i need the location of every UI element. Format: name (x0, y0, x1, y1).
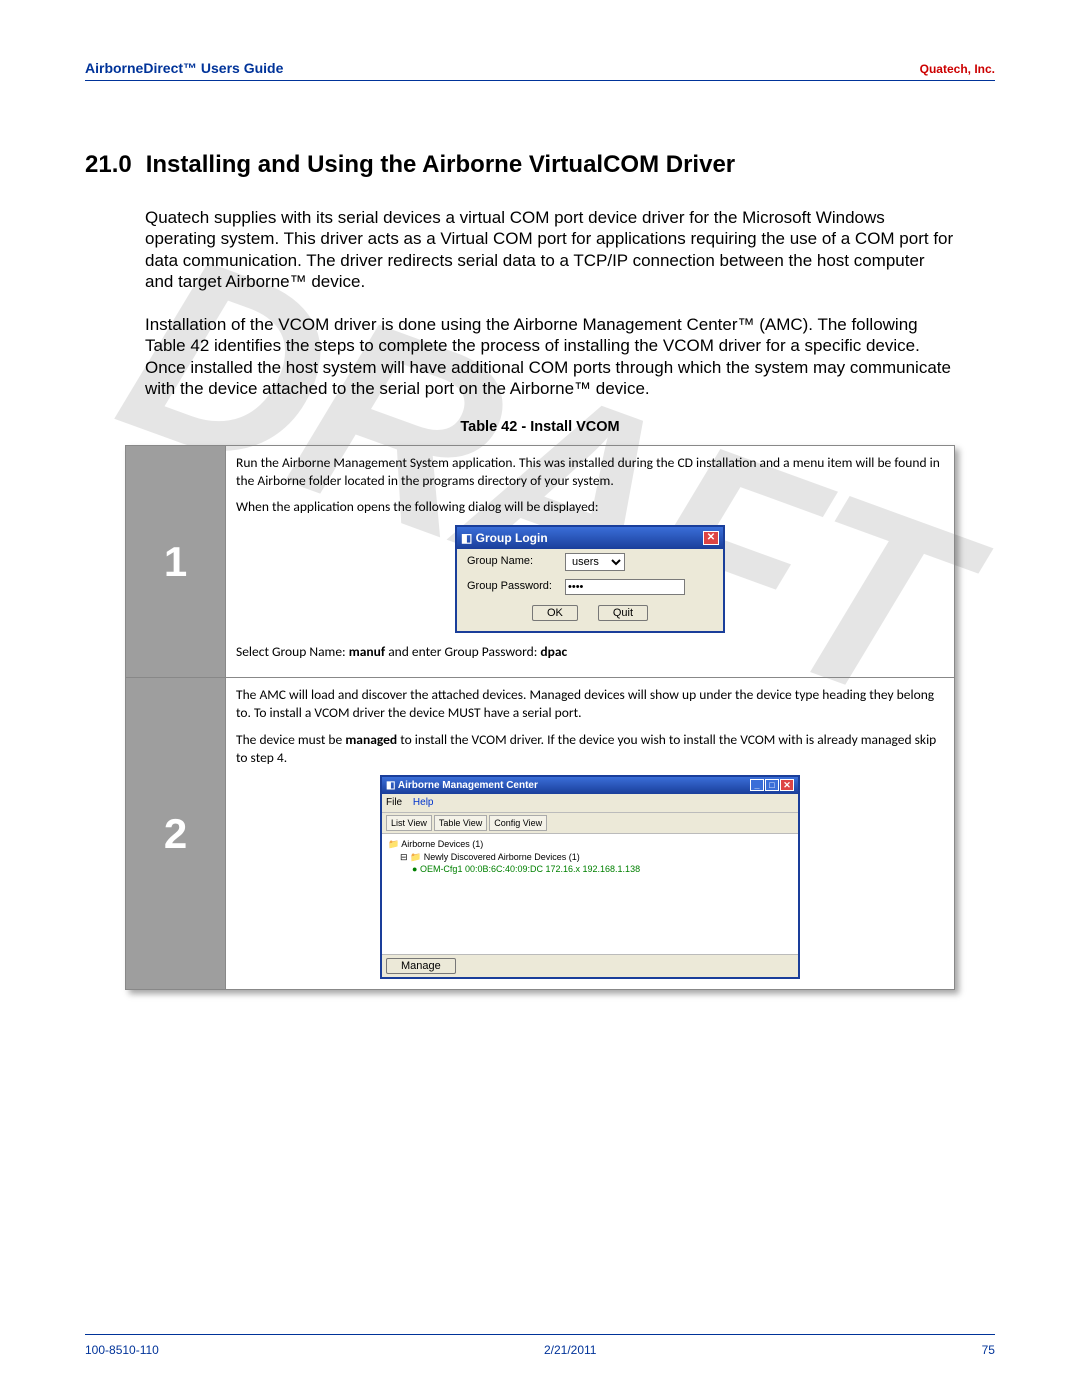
group-password-label: Group Password: (467, 579, 557, 594)
footer-docnum: 100-8510-110 (85, 1343, 159, 1357)
maximize-icon[interactable]: □ (765, 779, 779, 791)
tree-node[interactable]: ⊟ 📁 Newly Discovered Airborne Devices (1… (388, 851, 792, 864)
header-rule (85, 80, 995, 81)
config-view-button[interactable]: Config View (489, 815, 547, 831)
footer-pagenum: 75 (982, 1343, 995, 1357)
list-view-button[interactable]: List View (386, 815, 432, 831)
step-2-p1: The AMC will load and discover the attac… (236, 686, 944, 722)
minimize-icon[interactable]: _ (750, 779, 764, 791)
footer-date: 2/21/2011 (544, 1343, 597, 1357)
group-login-dialog: ◧ Group Login ✕ Group Name: users Group … (455, 525, 725, 633)
step-1-number: 1 (126, 446, 226, 678)
tree-leaf-device[interactable]: ● OEM-Cfg1 00:0B:6C:40:09:DC 172.16.x 19… (388, 863, 792, 876)
table-row: 1 Run the Airborne Management System app… (126, 446, 955, 678)
step-1-intro: Run the Airborne Management System appli… (236, 454, 944, 490)
group-password-row: Group Password: (457, 575, 723, 599)
step-1-body: Run the Airborne Management System appli… (226, 446, 955, 678)
group-name-label: Group Name: (467, 554, 557, 569)
header-company: Quatech, Inc. (920, 62, 995, 76)
close-icon[interactable]: ✕ (780, 779, 794, 791)
section-heading: 21.0 Installing and Using the Airborne V… (85, 151, 995, 179)
ok-button[interactable]: OK (532, 605, 578, 621)
step-2-body: The AMC will load and discover the attac… (226, 678, 955, 990)
step-2-number: 2 (126, 678, 226, 990)
app-icon: ◧ (386, 780, 398, 791)
step-2-p2: The device must be managed to install th… (236, 731, 944, 767)
amc-menu-bar: File Help (382, 794, 798, 813)
window-controls: _□✕ (749, 779, 794, 793)
paragraph-1: Quatech supplies with its serial devices… (145, 207, 955, 292)
amc-bottom-bar: Manage (382, 954, 798, 977)
install-vcom-table: 1 Run the Airborne Management System app… (125, 445, 955, 990)
page-footer: 100-8510-110 2/21/2011 75 (85, 1343, 995, 1357)
group-name-row: Group Name: users (457, 549, 723, 575)
dialog-button-row: OK Quit (457, 599, 723, 631)
step-1-select-line: Select Group Name: manuf and enter Group… (236, 643, 944, 661)
amc-window: ◧ Airborne Management Center _□✕ File He… (380, 775, 800, 979)
menu-help[interactable]: Help (413, 797, 434, 808)
paragraph-2: Installation of the VCOM driver is done … (145, 314, 955, 399)
amc-title: ◧ Airborne Management Center (386, 779, 538, 793)
quit-button[interactable]: Quit (598, 605, 648, 621)
section-title: Installing and Using the Airborne Virtua… (146, 151, 735, 179)
dialog-title: ◧ Group Login (461, 530, 548, 546)
table-caption: Table 42 - Install VCOM (85, 419, 995, 435)
dialog-titlebar: ◧ Group Login ✕ (457, 527, 723, 549)
amc-device-tree: 📁 Airborne Devices (1) ⊟ 📁 Newly Discove… (382, 834, 798, 954)
close-icon[interactable]: ✕ (703, 531, 719, 545)
step-1-opens: When the application opens the following… (236, 498, 944, 516)
amc-titlebar: ◧ Airborne Management Center _□✕ (382, 777, 798, 795)
amc-toolbar: List ViewTable ViewConfig View (382, 813, 798, 834)
page-header: AirborneDirect™ Users Guide Quatech, Inc… (85, 60, 995, 76)
menu-file[interactable]: File (386, 797, 402, 808)
section-number: 21.0 (85, 151, 132, 179)
group-password-input[interactable] (565, 579, 685, 595)
tree-root[interactable]: 📁 Airborne Devices (1) (388, 838, 792, 851)
table-view-button[interactable]: Table View (434, 815, 487, 831)
app-icon: ◧ (461, 531, 476, 545)
header-title: AirborneDirect™ Users Guide (85, 60, 283, 76)
table-row: 2 The AMC will load and discover the att… (126, 678, 955, 990)
manage-button[interactable]: Manage (386, 958, 456, 974)
footer-rule (85, 1334, 995, 1335)
group-name-select[interactable]: users (565, 553, 625, 571)
